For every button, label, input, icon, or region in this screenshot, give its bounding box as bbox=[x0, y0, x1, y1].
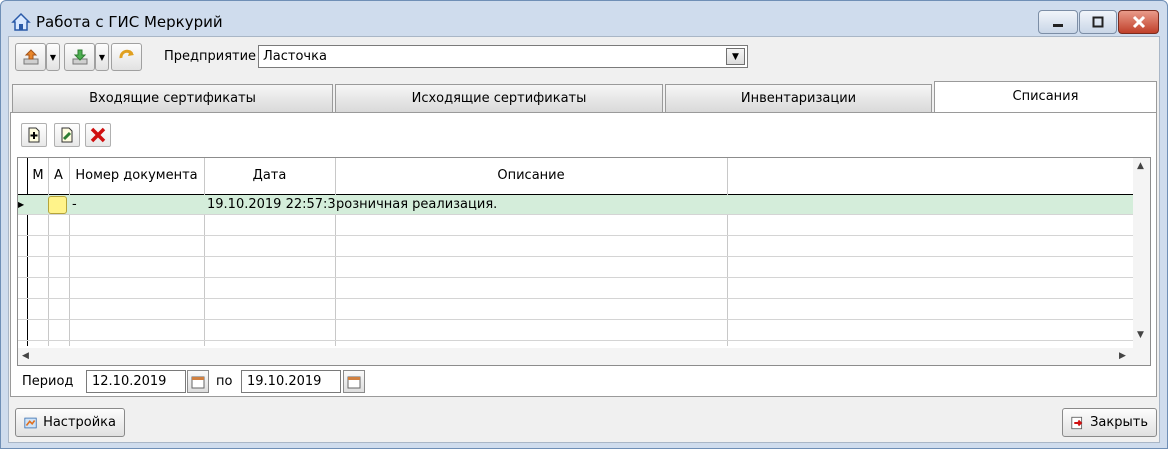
empty-row bbox=[18, 237, 1134, 257]
enterprise-value: Ласточка bbox=[263, 49, 327, 64]
description-cell: розничная реализация. bbox=[336, 197, 498, 212]
add-document-button[interactable] bbox=[21, 123, 47, 147]
write-offs-panel: М А Номер документа Дата Описание ▶ - 19… bbox=[10, 112, 1157, 397]
upload-dropdown[interactable]: ▼ bbox=[46, 43, 60, 71]
tab-outgoing-certificates[interactable]: Исходящие сертификаты bbox=[335, 84, 663, 113]
exit-icon bbox=[1071, 416, 1083, 429]
maximize-icon bbox=[1092, 16, 1104, 28]
horizontal-scrollbar[interactable]: ◀ ▶ bbox=[18, 348, 1134, 365]
close-icon bbox=[1132, 15, 1145, 29]
scroll-up-icon[interactable]: ▲ bbox=[1137, 161, 1144, 171]
scroll-right-icon[interactable]: ▶ bbox=[1119, 351, 1126, 361]
write-offs-grid[interactable]: М А Номер документа Дата Описание ▶ - 19… bbox=[17, 157, 1151, 366]
period-to-label: по bbox=[216, 374, 233, 389]
calendar-icon bbox=[347, 376, 361, 388]
settings-label: Настройка bbox=[43, 415, 116, 430]
calendar-to-button[interactable] bbox=[343, 370, 365, 393]
empty-row bbox=[18, 300, 1134, 320]
maximize-button[interactable] bbox=[1079, 10, 1117, 34]
scroll-down-icon[interactable]: ▼ bbox=[1137, 330, 1144, 340]
calendar-from-button[interactable] bbox=[187, 370, 209, 393]
enterprise-label: Предприятие bbox=[164, 49, 257, 64]
minimize-icon bbox=[1053, 24, 1063, 27]
tab-write-offs[interactable]: Списания bbox=[934, 81, 1157, 114]
home-icon bbox=[11, 12, 31, 31]
main-window: Работа с ГИС Меркурий ▼ ▼ Предприятие Ла… bbox=[0, 0, 1168, 449]
delete-icon bbox=[90, 127, 106, 143]
enterprise-select[interactable]: Ласточка ▼ bbox=[258, 45, 748, 68]
period-from-input[interactable]: 12.10.2019 bbox=[86, 370, 186, 393]
close-button[interactable]: Закрыть bbox=[1062, 408, 1157, 437]
add-document-icon bbox=[28, 127, 40, 143]
column-header-a[interactable]: А bbox=[48, 158, 69, 194]
minimize-button[interactable] bbox=[1038, 10, 1078, 34]
empty-row bbox=[18, 279, 1134, 299]
edit-document-icon bbox=[61, 127, 73, 143]
scroll-left-icon[interactable]: ◀ bbox=[22, 351, 29, 361]
status-indicator bbox=[48, 196, 67, 214]
refresh-icon bbox=[118, 49, 134, 59]
tab-inventory[interactable]: Инвентаризации bbox=[665, 84, 932, 113]
column-header-date[interactable]: Дата bbox=[204, 158, 335, 194]
delete-button[interactable] bbox=[85, 123, 111, 147]
empty-row bbox=[18, 321, 1134, 341]
download-button[interactable] bbox=[64, 43, 95, 71]
upload-icon bbox=[23, 49, 38, 65]
upload-button[interactable] bbox=[15, 43, 46, 71]
column-header-m[interactable]: М bbox=[28, 158, 48, 194]
client-area: ▼ ▼ Предприятие Ласточка ▼ Входящие серт… bbox=[8, 36, 1160, 443]
column-header-doc-number[interactable]: Номер документа bbox=[69, 158, 204, 194]
empty-row bbox=[18, 258, 1134, 278]
refresh-button[interactable] bbox=[111, 43, 142, 71]
download-dropdown[interactable]: ▼ bbox=[95, 43, 109, 71]
empty-row bbox=[18, 216, 1134, 236]
tab-bar: Входящие сертификаты Исходящие сертифика… bbox=[9, 81, 1159, 114]
period-to-input[interactable]: 19.10.2019 bbox=[241, 370, 341, 393]
close-label: Закрыть bbox=[1090, 415, 1148, 430]
chevron-down-icon[interactable]: ▼ bbox=[726, 48, 745, 65]
calendar-icon bbox=[191, 376, 205, 388]
title-bar[interactable]: Работа с ГИС Меркурий bbox=[1, 1, 1167, 41]
edit-document-button[interactable] bbox=[54, 123, 80, 147]
tab-incoming-certificates[interactable]: Входящие сертификаты bbox=[12, 84, 333, 113]
row-pointer-icon: ▶ bbox=[18, 200, 25, 209]
date-cell: 19.10.2019 22:57:30 bbox=[207, 197, 335, 212]
grid-header: М А Номер документа Дата Описание bbox=[18, 158, 1134, 195]
period-from-value: 12.10.2019 bbox=[92, 374, 167, 389]
column-header-description[interactable]: Описание bbox=[335, 158, 727, 194]
settings-icon bbox=[24, 417, 37, 428]
vertical-scrollbar[interactable]: ▲ ▼ bbox=[1133, 158, 1150, 346]
window-title: Работа с ГИС Меркурий bbox=[36, 13, 223, 31]
table-row[interactable]: ▶ - 19.10.2019 22:57:30 розничная реализ… bbox=[18, 195, 1134, 215]
doc-number-cell: - bbox=[72, 197, 77, 212]
scrollbar-corner bbox=[1133, 345, 1150, 365]
settings-button[interactable]: Настройка bbox=[15, 408, 125, 437]
close-window-button[interactable] bbox=[1118, 10, 1159, 34]
download-icon bbox=[72, 49, 87, 65]
period-to-value: 19.10.2019 bbox=[247, 374, 322, 389]
period-label: Период bbox=[22, 374, 74, 389]
